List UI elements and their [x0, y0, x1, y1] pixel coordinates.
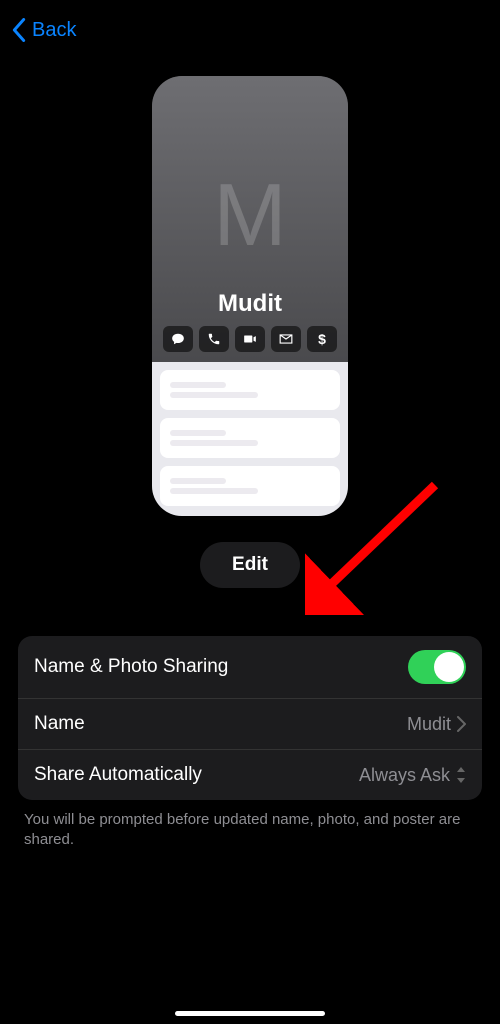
poster-top: M Mudit $: [152, 76, 348, 362]
home-indicator: [175, 1011, 325, 1016]
name-photo-sharing-row[interactable]: Name & Photo Sharing: [18, 636, 482, 699]
chevron-right-icon: [457, 716, 466, 732]
row-label: Name: [34, 713, 85, 735]
share-automatically-row[interactable]: Share Automatically Always Ask: [18, 750, 482, 800]
sharing-toggle[interactable]: [408, 650, 466, 684]
sharing-footer-note: You will be prompted before updated name…: [24, 810, 476, 851]
video-icon: [235, 326, 265, 352]
contact-poster-preview: M Mudit $: [152, 76, 348, 516]
name-row[interactable]: Name Mudit: [18, 699, 482, 750]
name-value: Mudit: [407, 714, 451, 735]
chevron-left-icon: [12, 18, 26, 42]
back-label: Back: [32, 19, 76, 42]
row-label: Share Automatically: [34, 764, 202, 786]
mail-icon: [271, 326, 301, 352]
share-auto-value: Always Ask: [359, 765, 450, 786]
sharing-settings-group: Name & Photo Sharing Name Mudit Share Au…: [18, 636, 482, 800]
poster-info-placeholder: [152, 362, 348, 516]
contact-monogram: M: [152, 164, 348, 266]
phone-icon: [199, 326, 229, 352]
up-down-icon: [456, 767, 466, 783]
pay-icon: $: [307, 326, 337, 352]
back-button[interactable]: Back: [12, 18, 76, 42]
edit-button[interactable]: Edit: [200, 542, 300, 588]
contact-action-row: $: [163, 326, 337, 352]
row-label: Name & Photo Sharing: [34, 656, 228, 678]
message-icon: [163, 326, 193, 352]
contact-name: Mudit: [218, 290, 282, 318]
